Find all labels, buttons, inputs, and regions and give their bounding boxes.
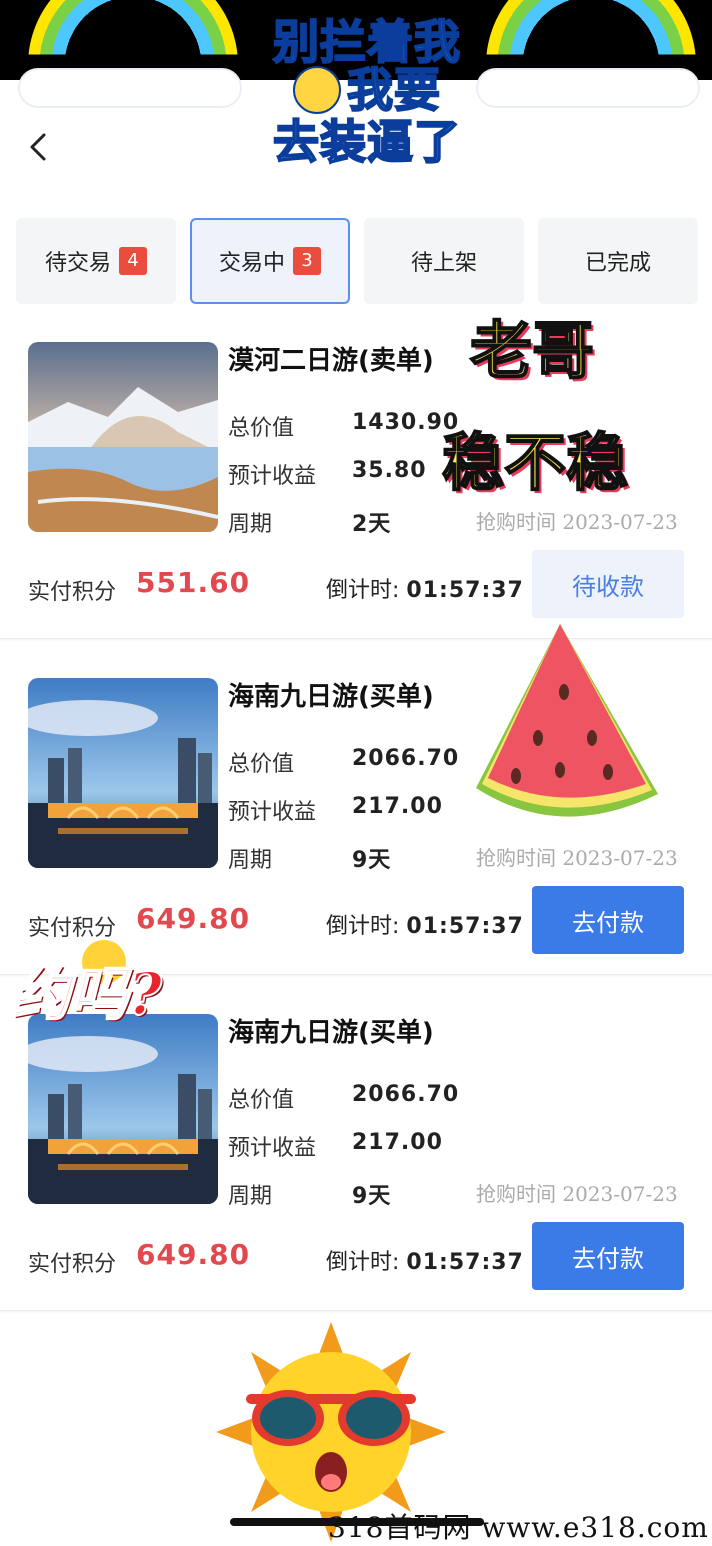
tab-label: 已完成 [584,251,651,276]
countdown: 倒计时: 01:57:37 [326,908,524,940]
period-value: 2天 [352,512,392,537]
cloud-right [478,70,698,106]
sticker-yuema: 约吗? [11,960,163,1028]
back-arrow-icon[interactable] [28,132,48,162]
countdown: 倒计时: 01:57:37 [326,572,524,604]
purchase-time: 抢购时间 2023-07-23 [476,846,678,870]
paid-value: 649.80 [136,1238,251,1271]
order-thumbnail [28,1014,218,1204]
order-title: 漠河二日游(卖单) [228,346,434,376]
tab-badge: 3 [293,247,321,275]
purchase-time: 抢购时间 2023-07-23 [476,1182,678,1206]
countdown-label: 倒计时: [326,578,400,603]
sticker-top-line2: 我要 [346,63,441,118]
paid-label: 实付积分 [28,580,117,605]
sticker-wenbuwen: 稳不稳 [441,426,629,499]
profit-label: 预计收益 [228,464,317,489]
smiley-icon [293,65,341,114]
order-card[interactable]: 海南九日游(买单) 总价值 2066.70 预计收益 217.00 周期 9天 … [0,990,712,1311]
period-label: 周期 [228,1184,273,1209]
tab-label: 待上架 [410,251,477,276]
total-label: 总价值 [228,752,295,777]
profit-label: 预计收益 [228,1136,317,1161]
paid-value: 551.60 [136,566,251,599]
order-thumbnail [28,678,218,868]
cloud-left [20,70,240,106]
profit-value: 217.00 [352,1130,443,1155]
profit-label: 预计收益 [228,800,317,825]
purchase-time: 抢购时间 2023-07-23 [476,510,678,534]
sticker-top: 别拦着我 我要 去装逼了 [262,15,472,169]
countdown: 倒计时: 01:57:37 [326,1244,524,1276]
period-value: 9天 [352,1184,392,1209]
order-title: 海南九日游(买单) [228,1018,434,1048]
tab-label: 待交易 [44,251,111,276]
period-label: 周期 [228,512,273,537]
tab-pending-listing[interactable]: 待上架 [364,218,524,304]
pay-button[interactable]: 去付款 [532,886,684,954]
tab-badge: 4 [119,247,147,275]
await-payment-button[interactable]: 待收款 [532,550,684,618]
paid-label: 实付积分 [28,916,117,941]
total-label: 总价值 [228,416,295,441]
total-value: 2066.70 [352,1082,460,1107]
tab-trading[interactable]: 交易中 3 [190,218,350,304]
countdown-value: 01:57:37 [406,914,524,939]
period-value: 9天 [352,848,392,873]
profit-value: 217.00 [352,794,443,819]
sticker-top-line1: 别拦着我 [272,15,461,69]
order-thumbnail [28,342,218,532]
countdown-label: 倒计时: [326,914,400,939]
profit-value: 35.80 [352,458,427,483]
tab-label: 交易中 [218,251,285,276]
countdown-value: 01:57:37 [406,578,524,603]
order-status-tabs: 待交易 4 交易中 3 待上架 已完成 [16,218,698,306]
tab-pending-trade[interactable]: 待交易 4 [16,218,176,304]
paid-value: 649.80 [136,902,251,935]
paid-label: 实付积分 [28,1252,117,1277]
countdown-label: 倒计时: [326,1250,400,1275]
watermark-text: 318首码网 www.e318.com [328,1511,709,1544]
sticker-laoge: 老哥 [469,314,595,387]
watermelon-icon [476,624,658,817]
pay-button[interactable]: 去付款 [532,1222,684,1290]
sticker-top-line3: 去装逼了 [272,114,461,169]
period-label: 周期 [228,848,273,873]
countdown-value: 01:57:37 [406,1250,524,1275]
tab-completed[interactable]: 已完成 [538,218,698,304]
order-title: 海南九日游(买单) [228,682,434,712]
total-label: 总价值 [228,1088,295,1113]
total-value: 2066.70 [352,746,460,771]
